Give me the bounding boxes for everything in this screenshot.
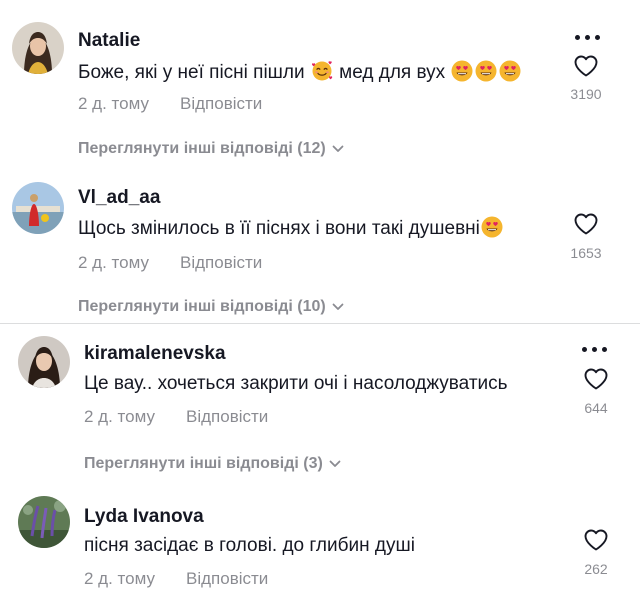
like-heart-icon[interactable] (573, 54, 599, 78)
comment-username[interactable]: Natalie (78, 30, 140, 52)
view-replies-label: Переглянути інші відповіді (10) (78, 298, 326, 315)
more-options-button[interactable] (573, 32, 603, 44)
avatar[interactable] (18, 336, 70, 388)
reply-button[interactable]: Відповісти (186, 569, 268, 589)
reply-button[interactable]: Відповісти (180, 253, 262, 273)
view-replies-button[interactable]: Переглянути інші відповіді (12) (78, 140, 344, 158)
heart-eyes-emoji (475, 60, 497, 82)
comment-text: Щось змінилось в її піснях і вони такі д… (78, 216, 504, 240)
view-replies-button[interactable]: Переглянути інші відповіді (3) (84, 455, 341, 473)
chevron-down-icon (332, 145, 344, 153)
comment-text-part: Боже, які у неї пісні пішли (78, 62, 305, 83)
comment-date: 2 д. тому (78, 253, 149, 272)
comment-text: Боже, які у неї пісні пішли мед для вух (78, 60, 522, 84)
heart-eyes-emoji (481, 216, 503, 238)
like-heart-icon[interactable] (583, 528, 609, 552)
chevron-down-icon (332, 303, 344, 311)
reply-button[interactable]: Відповісти (186, 407, 268, 427)
comment-date: 2 д. тому (78, 94, 149, 113)
avatar[interactable] (12, 22, 64, 74)
heart-eyes-emoji (451, 60, 473, 82)
smiling-face-with-hearts-emoji (311, 60, 333, 82)
comment-text: Це вау.. хочеться закрити очі і насолодж… (84, 373, 508, 394)
comment-username[interactable]: Vl_ad_aa (78, 187, 160, 209)
view-replies-label: Переглянути інші відповіді (12) (78, 140, 326, 157)
section-divider (0, 323, 640, 324)
comment-username[interactable]: Lyda Ivanova (84, 506, 204, 528)
view-replies-button[interactable]: Переглянути інші відповіді (10) (78, 298, 344, 316)
like-count: 1653 (570, 245, 602, 261)
like-count: 644 (584, 400, 608, 416)
more-options-button[interactable] (580, 344, 610, 356)
chevron-down-icon (329, 460, 341, 468)
comment-text: пісня засідає в голові. до глибин душі (84, 535, 415, 556)
comment-username[interactable]: kiramalenevska (84, 343, 226, 365)
reply-button[interactable]: Відповісти (180, 94, 262, 114)
comment-item: Natalie Боже, які у неї пісні пішли мед … (0, 0, 640, 160)
comment-text-part: мед для вух (339, 62, 446, 83)
comment-date: 2 д. тому (84, 569, 155, 588)
avatar[interactable] (12, 182, 64, 234)
comment-text-part: Щось змінилось в її піснях і вони такі д… (78, 218, 480, 239)
view-replies-label: Переглянути інші відповіді (3) (84, 455, 323, 472)
heart-eyes-emoji (499, 60, 521, 82)
comment-date: 2 д. тому (84, 407, 155, 426)
like-heart-icon[interactable] (573, 212, 599, 236)
like-count: 3190 (570, 86, 602, 102)
avatar[interactable] (18, 496, 70, 548)
like-heart-icon[interactable] (583, 367, 609, 391)
like-count: 262 (584, 561, 608, 577)
